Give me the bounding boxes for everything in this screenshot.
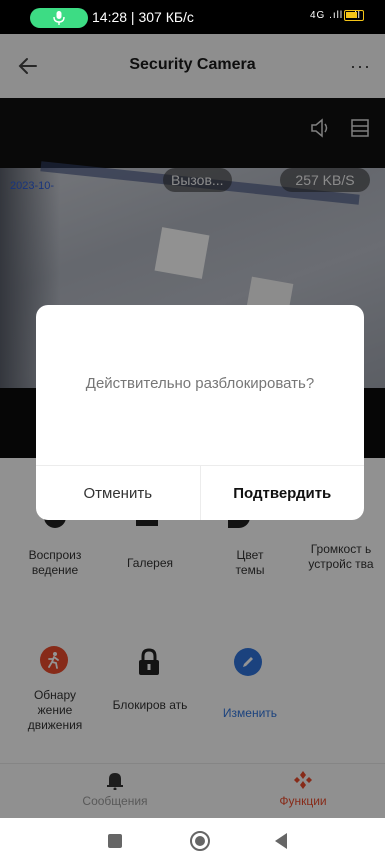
dialog-actions: Отменить Подтвердить (36, 465, 364, 520)
confirm-button[interactable]: Подтвердить (201, 466, 365, 520)
system-nav-bar (0, 818, 385, 861)
home-icon[interactable] (190, 831, 210, 851)
status-bar: 14:28 | 307 КБ/с 4G .ıll .ıll (0, 0, 385, 34)
nav-back-icon[interactable] (275, 833, 287, 849)
mic-indicator[interactable] (30, 8, 88, 28)
microphone-icon (53, 11, 65, 25)
dialog-message: Действительно разблокировать? (85, 375, 315, 392)
cancel-button[interactable]: Отменить (36, 466, 201, 520)
status-time: 14:28 | 307 КБ/с (92, 9, 194, 25)
unlock-confirm-dialog: Действительно разблокировать? Отменить П… (36, 305, 364, 520)
recents-icon[interactable] (108, 834, 122, 848)
battery-icon (344, 10, 364, 21)
